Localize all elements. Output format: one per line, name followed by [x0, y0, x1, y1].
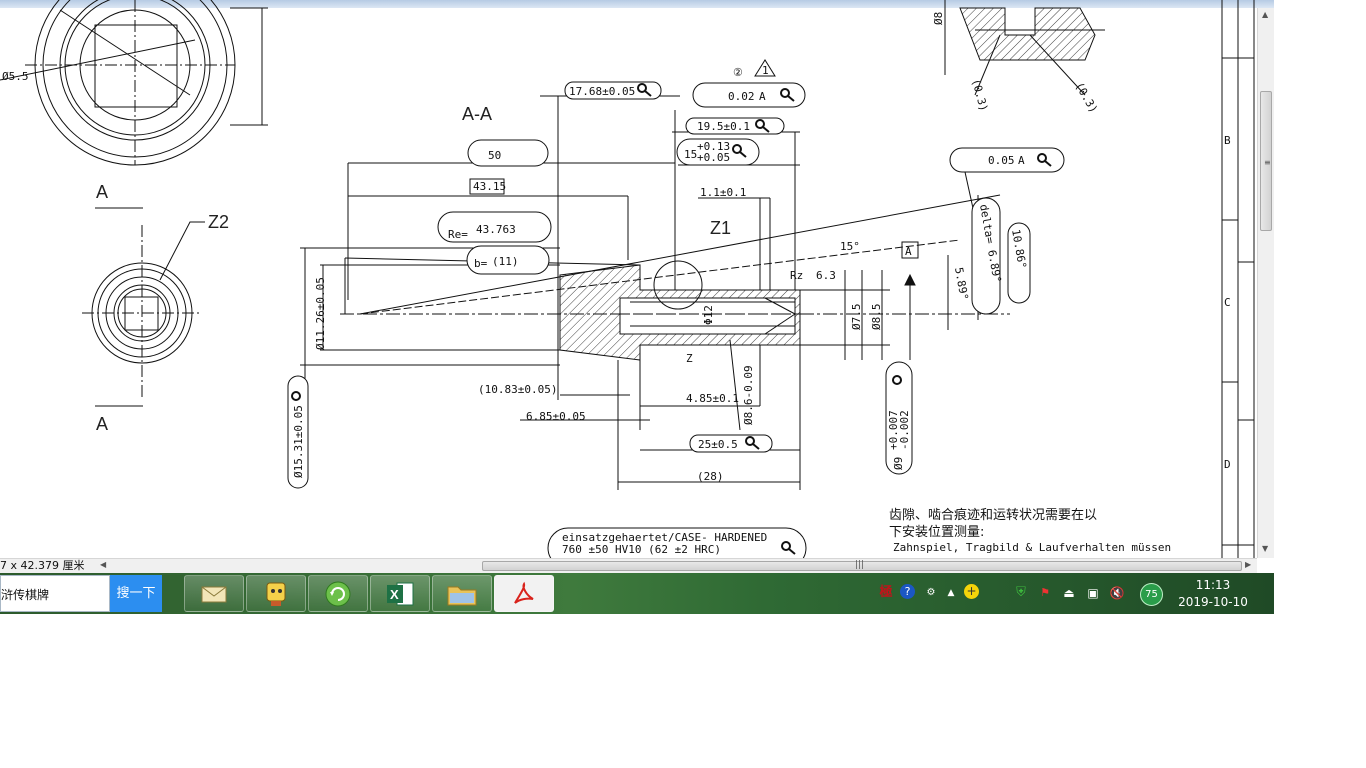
- dim-15-lower-tol: +0.05: [697, 151, 730, 164]
- view-arrow-label-top: A: [96, 182, 108, 202]
- zone-d: D: [1224, 458, 1231, 471]
- usb-device-icon[interactable]: ⏏: [1060, 584, 1078, 602]
- dim-28: (28): [697, 470, 724, 483]
- page-size-readout: 7 x 42.379 厘米: [0, 559, 85, 572]
- taskbar-pdf-app[interactable]: [494, 575, 554, 612]
- help-icon[interactable]: ?: [900, 584, 915, 599]
- roughness-rz-label: Rz: [790, 269, 803, 282]
- dim-1-1: 1.1±0.1: [700, 186, 746, 199]
- refresh-globe-icon: [325, 581, 351, 606]
- taskbar-mail-app[interactable]: [184, 575, 244, 612]
- radius-re-value: 43.763: [476, 223, 516, 236]
- grip-icon: ≡: [1264, 158, 1271, 167]
- dim-4-85: 4.85±0.1: [686, 392, 739, 405]
- dim-dia-8-top: Ø8: [932, 12, 945, 25]
- taskbar-excel-app[interactable]: X: [370, 575, 430, 612]
- ime-icon[interactable]: 極: [877, 584, 895, 602]
- vertical-scroll-thumb[interactable]: ≡: [1260, 91, 1272, 231]
- excel-icon: X: [387, 582, 414, 605]
- vertical-scrollbar[interactable]: ▲ ≡ ▼: [1257, 8, 1274, 558]
- dim-6-85: 6.85±0.05: [526, 410, 586, 423]
- datum-a-box: A: [905, 245, 912, 258]
- dim-19-5: 19.5±0.1: [697, 120, 750, 133]
- dim-dia-5-5: Ø5.5: [2, 70, 29, 83]
- search-button[interactable]: 搜一下: [110, 575, 162, 612]
- dim-dia-11-26: Ø11.26±0.05: [314, 277, 327, 350]
- angle-5-89: 5.89°: [952, 266, 971, 301]
- hardening-note-line2: 760 ±50 HV10 (62 ±2 HRC): [562, 543, 721, 556]
- grip-icon: |||: [855, 560, 865, 570]
- dim-dia-15-31: Ø15.31±0.05: [292, 405, 305, 478]
- dim-0-3-right: (0.3): [1072, 80, 1100, 115]
- taskbar-explorer-app[interactable]: [432, 575, 492, 612]
- add-plus-icon[interactable]: +: [964, 584, 979, 599]
- dim-dia-8-6: Ø8.6-0.09: [742, 365, 755, 425]
- chinese-note-line1: 齿隙、啮合痕迹和运转状况需要在以: [889, 507, 1097, 523]
- detail-z-mark: Z: [686, 352, 693, 365]
- runout-value-002: 0.02: [728, 90, 755, 103]
- detail-label-z2: Z2: [208, 212, 229, 232]
- system-tray: 極 ? ⚙ ▲ + ⛨ ⚑ ⏏ ▣ 🔇 75: [868, 573, 1168, 614]
- network-icon[interactable]: ▣: [1084, 584, 1102, 602]
- chinese-note-line2: 下安装位置测量:: [889, 525, 984, 540]
- cad-viewer-window: A-A A A Z2 Z1 Ø5.5 17.68±0.05 ② 1 0.02 A…: [0, 0, 1274, 614]
- taskbar-browser-app[interactable]: [308, 575, 368, 612]
- runout-value-005: 0.05: [988, 154, 1015, 167]
- german-note: Zahnspiel, Tragbild & Laufverhalten müss…: [893, 541, 1171, 554]
- horizontal-scrollbar[interactable]: 7 x 42.379 厘米 ◀ ||| ▶: [0, 558, 1257, 573]
- character-icon: [266, 582, 286, 606]
- scroll-up-icon[interactable]: ▲: [1262, 10, 1268, 19]
- dim-dia-9-lower-tol: -0.002: [898, 410, 911, 450]
- flag-error-icon[interactable]: ⚑: [1036, 584, 1054, 602]
- dim-dia-8-5: Ø8.5: [870, 304, 883, 331]
- dim-box-50: 50: [488, 149, 501, 162]
- radius-re-label: Re=: [448, 228, 468, 241]
- ime-settings-icon[interactable]: ⚙: [922, 584, 940, 602]
- dim-dia-7-5: Ø7.5: [850, 304, 863, 331]
- roughness-rz-value: 6.3: [816, 269, 836, 282]
- security-score-badge[interactable]: 75: [1140, 583, 1163, 606]
- angle-15: 15°: [840, 240, 860, 253]
- search-text: 浒传棋牌: [1, 588, 50, 602]
- folder-icon: [447, 586, 477, 605]
- dim-43-15: 43.15: [473, 180, 506, 193]
- scroll-down-icon[interactable]: ▼: [1262, 544, 1268, 553]
- taskbar: 浒传棋牌 搜一下 X 極 ? ⚙ ▲ + ⛨ ⚑ ⏏ ▣ 🔇 75 11:13 …: [0, 573, 1274, 614]
- width-b-value: (11): [492, 255, 519, 268]
- section-label: A-A: [462, 104, 492, 124]
- note-circle-2: ②: [733, 66, 743, 79]
- detail-label-z1: Z1: [710, 218, 731, 238]
- view-arrow-label-bottom: A: [96, 414, 108, 434]
- zone-c: C: [1224, 296, 1231, 309]
- dim-0-3-left: (0.3): [969, 77, 990, 112]
- runout-datum-a: A: [759, 90, 766, 103]
- taskbar-qq-game-app[interactable]: [246, 575, 306, 612]
- clock-time: 11:13: [1195, 578, 1231, 592]
- taskbar-clock[interactable]: 11:13 2019-10-10: [1174, 577, 1252, 611]
- envelope-icon: [201, 586, 227, 602]
- svg-text:X: X: [390, 587, 399, 602]
- dim-10-83: (10.83±0.05): [478, 383, 557, 396]
- dim-17-68: 17.68±0.05: [569, 85, 635, 98]
- dim-25: 25±0.5: [698, 438, 738, 451]
- scroll-left-icon[interactable]: ◀: [100, 560, 106, 569]
- zone-b: B: [1224, 134, 1231, 147]
- horizontal-scroll-thumb[interactable]: |||: [482, 560, 1242, 571]
- width-b-label: b=: [474, 257, 488, 270]
- taskbar-search-input[interactable]: 浒传棋牌: [0, 575, 110, 612]
- shield-icon[interactable]: ⛨: [1012, 584, 1030, 602]
- scroll-right-icon[interactable]: ▶: [1245, 560, 1251, 569]
- engineering-drawing[interactable]: A-A A A Z2 Z1 Ø5.5 17.68±0.05 ② 1 0.02 A…: [0, 0, 1257, 558]
- runout-datum-a-2: A: [1018, 154, 1025, 167]
- dim-dia-12: Φ12: [702, 305, 715, 325]
- dim-15: 15: [684, 148, 697, 161]
- pdf-icon: [514, 581, 534, 604]
- show-hidden-icons-chevron-up-icon[interactable]: ▲: [942, 584, 960, 602]
- volume-muted-icon[interactable]: 🔇: [1108, 584, 1126, 602]
- dim-dia-9: Ø9: [892, 457, 905, 470]
- note-triangle-number: 1: [762, 64, 769, 77]
- clock-date: 2019-10-10: [1178, 595, 1248, 609]
